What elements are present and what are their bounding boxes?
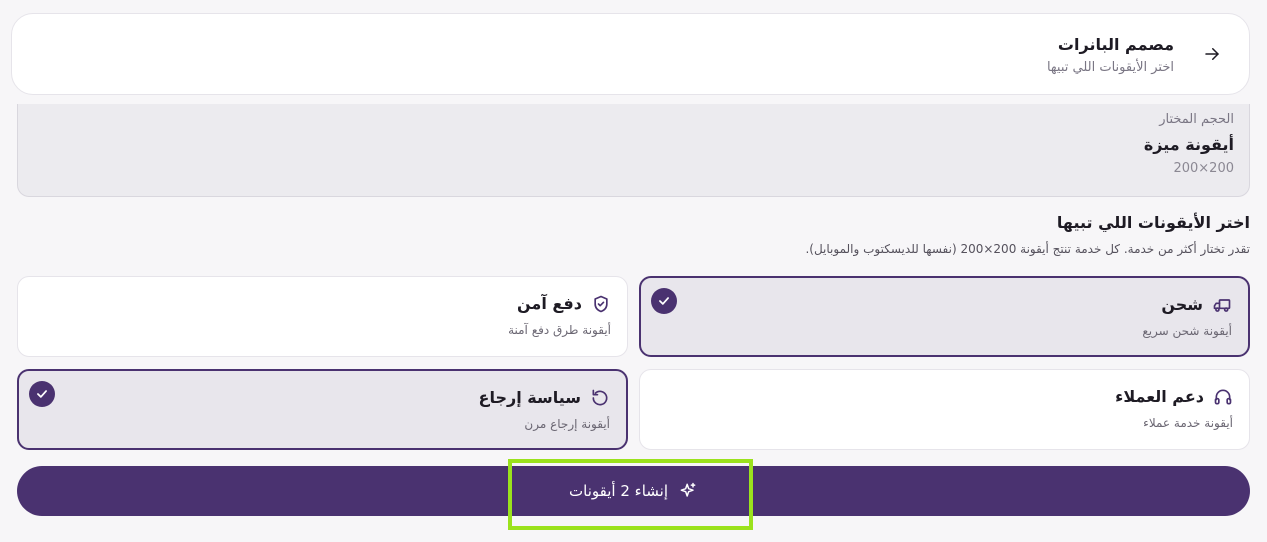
back-button[interactable] xyxy=(1200,42,1224,66)
generate-icons-button[interactable]: إنشاء 2 أيقونات xyxy=(17,466,1250,516)
service-card-secure-payment[interactable]: دفع آمن أيقونة طرق دفع آمنة xyxy=(17,276,628,357)
page-title: مصمم البانرات xyxy=(1057,35,1174,54)
arrow-right-icon xyxy=(1205,48,1219,60)
service-card-shipping[interactable]: شحن أيقونة شحن سريع xyxy=(639,276,1250,357)
generate-icons-label: إنشاء 2 أيقونات xyxy=(569,482,668,500)
selected-size-label: الحجم المختار xyxy=(1159,112,1234,127)
header-bar: مصمم البانرات اختر الأيقونات اللي تبيها xyxy=(11,13,1250,95)
truck-icon xyxy=(1212,295,1232,315)
service-card-title: دفع آمن xyxy=(517,294,582,313)
selected-size-dimensions: 200×200 xyxy=(1173,161,1234,176)
section-title: اختر الأيقونات اللي تبيها xyxy=(1056,213,1250,232)
service-card-title: سياسة إرجاع xyxy=(478,388,581,407)
check-icon xyxy=(659,297,669,305)
service-card-title: شحن xyxy=(1161,295,1203,314)
service-card-title: دعم العملاء xyxy=(1115,387,1204,406)
service-card-subtitle: أيقونة شحن سريع xyxy=(1142,324,1232,338)
service-card-subtitle: أيقونة طرق دفع آمنة xyxy=(508,323,611,337)
rotate-ccw-icon xyxy=(590,388,610,408)
section-description: تقدر تختار أكثر من خدمة. كل خدمة تنتج أي… xyxy=(805,242,1250,256)
service-card-subtitle: أيقونة خدمة عملاء xyxy=(1143,416,1233,430)
selected-check-badge xyxy=(651,288,677,314)
selected-check-badge xyxy=(29,381,55,407)
service-card-return-policy[interactable]: سياسة إرجاع أيقونة إرجاع مرن xyxy=(17,369,628,450)
page-subtitle: اختر الأيقونات اللي تبيها xyxy=(1046,60,1174,75)
check-icon xyxy=(37,390,47,398)
shield-check-icon xyxy=(591,294,611,314)
headphones-icon xyxy=(1213,387,1233,407)
sparkles-icon xyxy=(680,482,696,497)
service-card-subtitle: أيقونة إرجاع مرن xyxy=(524,417,610,431)
selected-size-panel: الحجم المختار أيقونة ميزة 200×200 xyxy=(17,104,1250,197)
selected-size-name: أيقونة ميزة xyxy=(1143,135,1234,154)
service-card-customer-support[interactable]: دعم العملاء أيقونة خدمة عملاء xyxy=(639,369,1250,450)
